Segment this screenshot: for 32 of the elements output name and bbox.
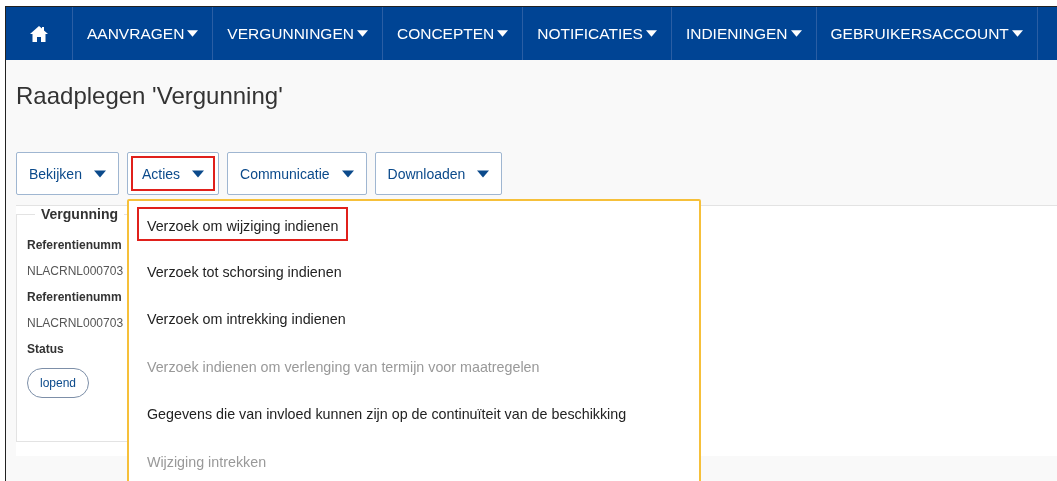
caret-icon (1011, 30, 1023, 37)
nav-menu[interactable]: AANVRAGEN (73, 7, 214, 60)
caret-icon (645, 30, 657, 37)
menu-item[interactable]: Verzoek om wijziging indienen (136, 207, 349, 241)
nav-menu[interactable]: GEBRUIKERSACCOUNT (816, 7, 1038, 60)
field-label: Referentienumm (27, 290, 122, 304)
dropdown-button[interactable]: Communicatie (227, 152, 367, 195)
field-label: Status (27, 342, 64, 356)
nav-menu[interactable]: VERGUNNINGEN (213, 7, 383, 60)
field-value: NLACRNL000703 (27, 316, 124, 330)
caret-icon (341, 169, 354, 178)
page-title: Raadplegen 'Vergunning' (16, 81, 284, 111)
nav-menu[interactable]: INDIENINGEN (671, 7, 817, 60)
caret-icon (93, 169, 106, 178)
dropdown-button[interactable]: Acties (126, 152, 220, 195)
home-icon (29, 24, 49, 43)
caret-icon (497, 30, 509, 37)
field-label: Referentienumm (27, 238, 122, 252)
caret-icon (356, 30, 368, 37)
menu-item[interactable]: Verzoek tot schorsing indienen (136, 254, 352, 289)
field-value: NLACRNL000703 (27, 264, 124, 278)
section-legend: Vergunning (35, 206, 124, 222)
dropdown-button[interactable]: Downloaden (374, 152, 503, 195)
dropdown-button[interactable]: Bekijken (16, 152, 119, 195)
caret-icon (477, 169, 490, 178)
nav-menu[interactable]: NOTIFICATIES (523, 7, 672, 60)
menu-item[interactable]: Verzoek om intrekking indienen (136, 302, 356, 336)
caret-icon (790, 30, 802, 37)
caret-icon (187, 30, 199, 37)
menu-item[interactable]: Gegevens die van invloed kunnen zijn op de continuïteit van de beschikking (136, 397, 637, 431)
caret-icon (192, 169, 205, 178)
nav-menu[interactable]: CONCEPTEN (382, 7, 524, 60)
